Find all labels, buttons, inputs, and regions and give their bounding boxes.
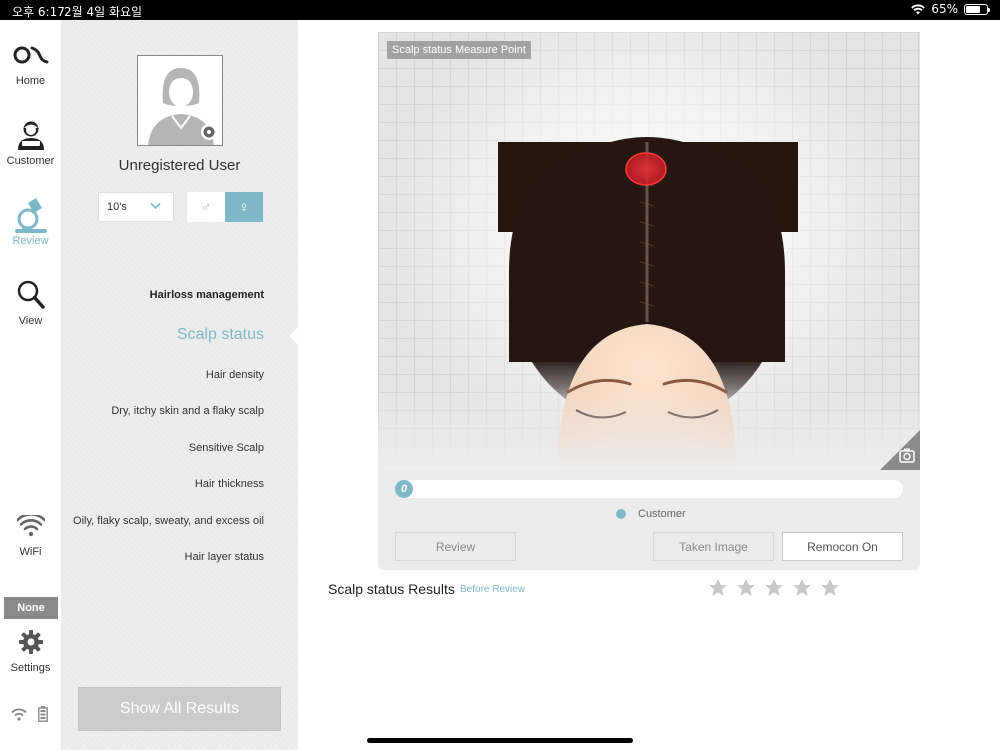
star-icon — [821, 579, 839, 596]
remocon-button[interactable]: Remocon On — [782, 532, 903, 561]
battery-percent: 65% — [931, 2, 958, 16]
legend-label: Customer — [638, 508, 686, 520]
menu-heading: Hairloss management — [149, 289, 264, 301]
star-icon — [737, 579, 755, 596]
status-right: 65% — [911, 2, 990, 16]
device-wifi-icon — [11, 708, 27, 721]
nav-home[interactable]: Home — [0, 35, 61, 87]
gear-icon — [0, 622, 61, 662]
nav-home-label: Home — [15, 75, 46, 87]
results-title: Scalp status Results — [328, 581, 455, 597]
menu-item-hair-thickness[interactable]: Hair thickness — [195, 478, 264, 490]
review-button[interactable]: Review — [395, 532, 516, 561]
taken-image-button[interactable]: Taken Image — [653, 532, 774, 561]
connection-status-badge: None — [4, 597, 58, 619]
status-bar: 오후 6:17 2월 4일 화요일 65% — [0, 0, 1000, 20]
progress-handle[interactable]: 0 — [395, 480, 413, 498]
menu-item-scalp-status[interactable]: Scalp status — [177, 326, 264, 344]
rating-stars — [708, 578, 840, 598]
status-time: 오후 6:17 — [12, 5, 65, 19]
legend: Customer — [616, 508, 686, 520]
star-icon — [793, 579, 811, 596]
nav-view[interactable]: View — [0, 275, 61, 327]
measure-viewer: Scalp status Measure Point 0 Customer Re… — [378, 32, 920, 570]
menu-item-dry-scalp[interactable]: Dry, itchy skin and a flaky scalp — [111, 405, 264, 417]
side-panel: Unregistered User 10's ♂ ♀ Hairloss mana… — [61, 20, 298, 750]
avatar[interactable] — [137, 55, 223, 146]
gender-female-button[interactable]: ♀ — [225, 192, 263, 222]
show-all-results-button[interactable]: Show All Results — [78, 687, 281, 731]
chevron-down-icon — [150, 202, 161, 210]
male-icon: ♂ — [200, 198, 212, 216]
camera-icon[interactable] — [880, 430, 920, 470]
customer-icon — [0, 115, 61, 155]
nav-view-label: View — [18, 315, 43, 327]
nav-wifi[interactable]: WiFi — [0, 506, 61, 558]
menu-item-sensitive-scalp[interactable]: Sensitive Scalp — [189, 442, 264, 454]
female-avatar-icon — [138, 56, 222, 145]
customer-legend-swatch — [616, 509, 626, 519]
nav-review[interactable]: Review — [0, 195, 61, 247]
wifi-icon — [0, 506, 61, 546]
menu-item-hair-density[interactable]: Hair density — [206, 369, 264, 381]
age-group-select[interactable]: 10's — [98, 192, 174, 222]
device-status — [10, 706, 48, 722]
battery-icon — [964, 3, 990, 15]
age-group-value: 10's — [107, 201, 127, 213]
menu-item-oily-scalp[interactable]: Oily, flaky scalp, sweaty, and excess oi… — [73, 515, 264, 527]
active-item-pointer — [289, 327, 298, 345]
scene-label: Scalp status Measure Point — [387, 41, 531, 59]
nav-rail: Home Customer Review View WiFi None Sett… — [0, 20, 61, 750]
star-icon — [765, 579, 783, 596]
nav-customer[interactable]: Customer — [0, 115, 61, 167]
scalp-diagram[interactable]: Scalp status Measure Point — [378, 32, 920, 470]
status-date: 2월 4일 화요일 — [64, 5, 143, 19]
microscope-icon — [0, 195, 61, 235]
female-icon: ♀ — [238, 198, 250, 216]
home-indicator[interactable] — [367, 738, 633, 743]
head-illustration — [378, 137, 920, 470]
wifi-status-icon — [911, 4, 926, 14]
nav-settings[interactable]: Settings — [0, 622, 61, 674]
gender-male-button[interactable]: ♂ — [187, 192, 225, 222]
home-logo-icon — [0, 35, 61, 75]
nav-review-label: Review — [12, 235, 49, 247]
nav-wifi-label: WiFi — [19, 546, 42, 558]
menu-item-hair-layer[interactable]: Hair layer status — [185, 551, 264, 563]
device-battery-icon — [38, 706, 48, 722]
nav-settings-label: Settings — [10, 662, 51, 674]
measure-progress-bar[interactable]: 0 — [395, 480, 903, 498]
search-icon — [0, 275, 61, 315]
results-status: Before Review — [460, 584, 526, 595]
username: Unregistered User — [118, 157, 241, 174]
star-icon — [709, 579, 727, 596]
nav-customer-label: Customer — [6, 155, 55, 167]
